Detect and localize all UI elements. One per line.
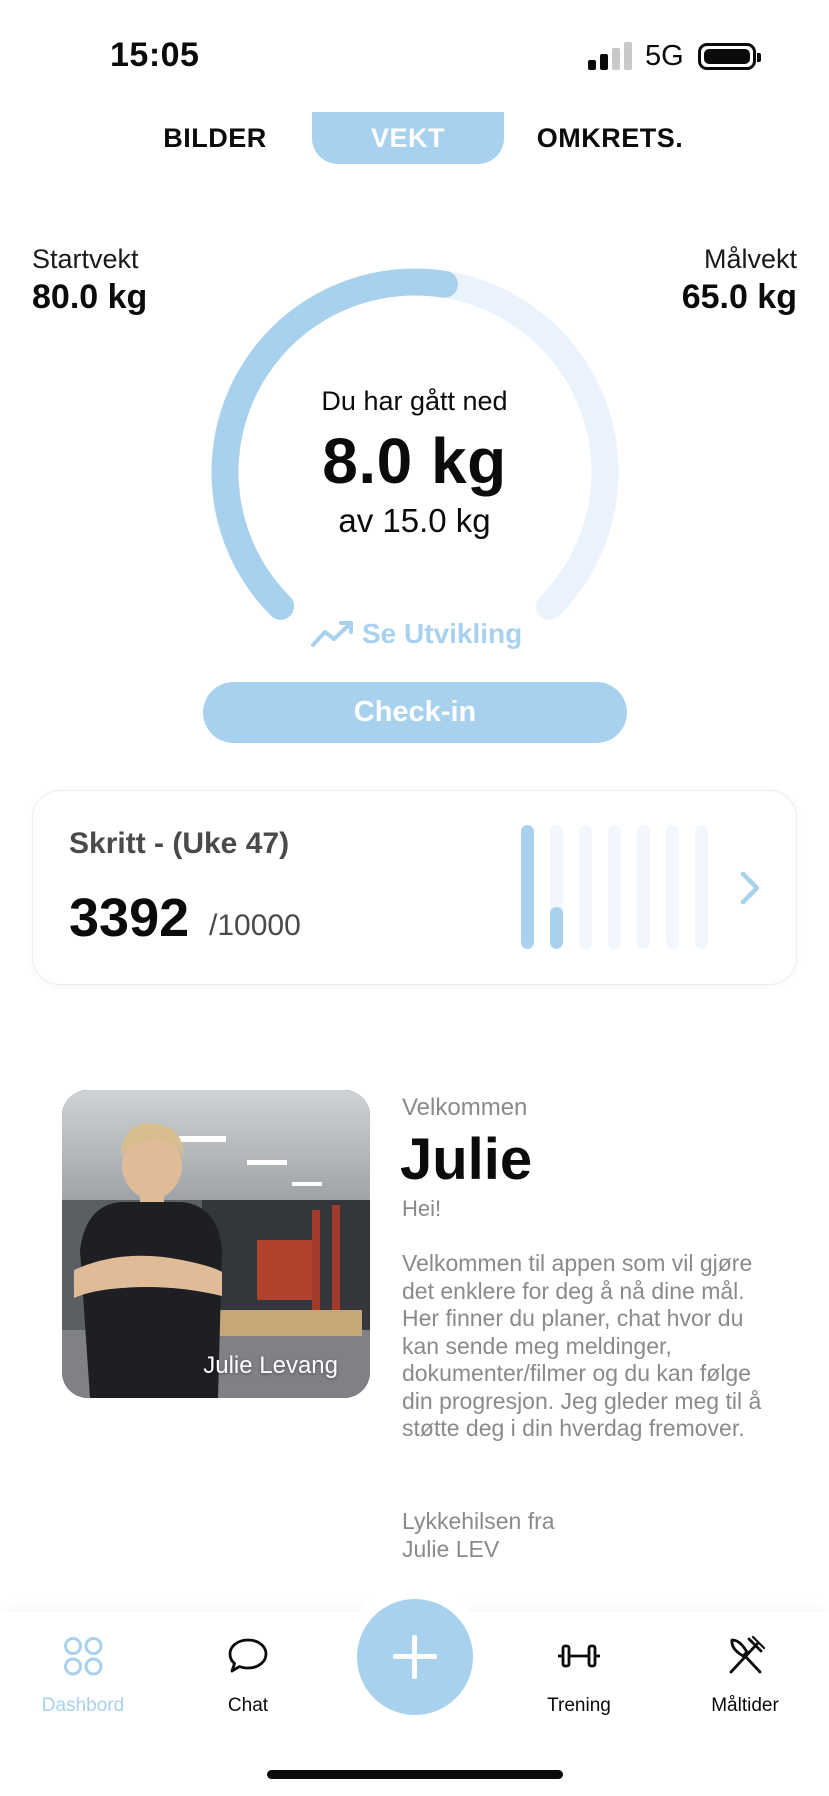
dashboard-icon	[64, 1637, 103, 1676]
status-bar: 15:05 5G	[0, 0, 829, 110]
steps-day-bar	[666, 825, 679, 949]
start-weight-label: Startvekt	[32, 244, 139, 274]
add-button[interactable]	[357, 1599, 473, 1715]
tab-omkrets[interactable]: OMKRETS.	[530, 112, 690, 164]
status-time: 15:05	[110, 36, 200, 74]
dumbbell-icon	[558, 1644, 600, 1668]
steps-day-bar	[521, 825, 534, 949]
segment-tabs: BILDER VEKT OMKRETS.	[0, 112, 829, 164]
chevron-right-icon[interactable]	[738, 869, 762, 907]
battery-icon	[698, 43, 761, 70]
tab-vekt[interactable]: VEKT	[312, 112, 504, 164]
goal-weight-value: 65.0 kg	[681, 278, 797, 316]
trend-chart-icon	[311, 621, 353, 647]
steps-day-bar	[579, 825, 592, 949]
steps-day-bar	[608, 825, 621, 949]
welcome-label: Velkommen	[402, 1094, 528, 1121]
home-indicator[interactable]	[267, 1770, 563, 1779]
cellular-signal-icon	[588, 42, 632, 70]
coach-photo: Julie Levang	[62, 1090, 370, 1398]
weight-lost-of-total: av 15.0 kg	[338, 502, 491, 539]
steps-day-bar-fill	[521, 825, 534, 949]
steps-goal: /10000	[209, 909, 301, 942]
see-development-link[interactable]: Se Utvikling	[310, 614, 522, 654]
nav-dashboard-label: Dashbord	[41, 1695, 125, 1716]
tab-bilder[interactable]: BILDER	[155, 112, 275, 164]
nav-chat[interactable]: Chat	[173, 1634, 323, 1717]
steps-day-bar	[637, 825, 650, 949]
steps-value: 3392	[69, 888, 190, 948]
nav-meals-label: Måltider	[711, 1695, 779, 1716]
nav-dashboard[interactable]: Dashbord	[8, 1634, 158, 1717]
weekly-steps-bars	[521, 825, 721, 949]
steps-title: Skritt - (Uke 47)	[69, 827, 290, 860]
signature-line-2: Julie LEV	[402, 1535, 500, 1562]
welcome-greeting: Hei!	[402, 1196, 442, 1221]
welcome-signature: Lykkehilsen fra Julie LEV	[402, 1508, 555, 1563]
welcome-message: Velkommen til appen som vil gjøre det en…	[402, 1250, 762, 1441]
nav-meals[interactable]: Måltider	[670, 1634, 820, 1717]
nav-chat-label: Chat	[227, 1695, 269, 1716]
nav-training[interactable]: Trening	[504, 1634, 654, 1717]
photo-caption: Julie Levang	[203, 1352, 338, 1379]
steps-day-bar	[695, 825, 708, 949]
nav-training-label: Trening	[547, 1695, 611, 1716]
weight-lost-value: 8.0 kg	[322, 425, 507, 497]
network-type: 5G	[645, 40, 684, 72]
check-in-button[interactable]: Check-in	[203, 682, 627, 743]
steps-card[interactable]: Skritt - (Uke 47) 3392 /10000	[32, 790, 797, 985]
see-development-label: Se Utvikling	[362, 618, 523, 649]
signature-line-1: Lykkehilsen fra	[402, 1508, 555, 1534]
fork-knife-icon	[729, 1635, 766, 1674]
weight-lost-label: Du har gått ned	[321, 386, 508, 416]
goal-weight-label: Målvekt	[703, 244, 797, 274]
steps-day-bar	[550, 825, 563, 949]
welcome-name: Julie	[400, 1127, 533, 1192]
steps-day-bar-fill	[550, 906, 563, 949]
chat-bubble-icon	[228, 1638, 268, 1673]
start-weight-value: 80.0 kg	[32, 278, 148, 316]
